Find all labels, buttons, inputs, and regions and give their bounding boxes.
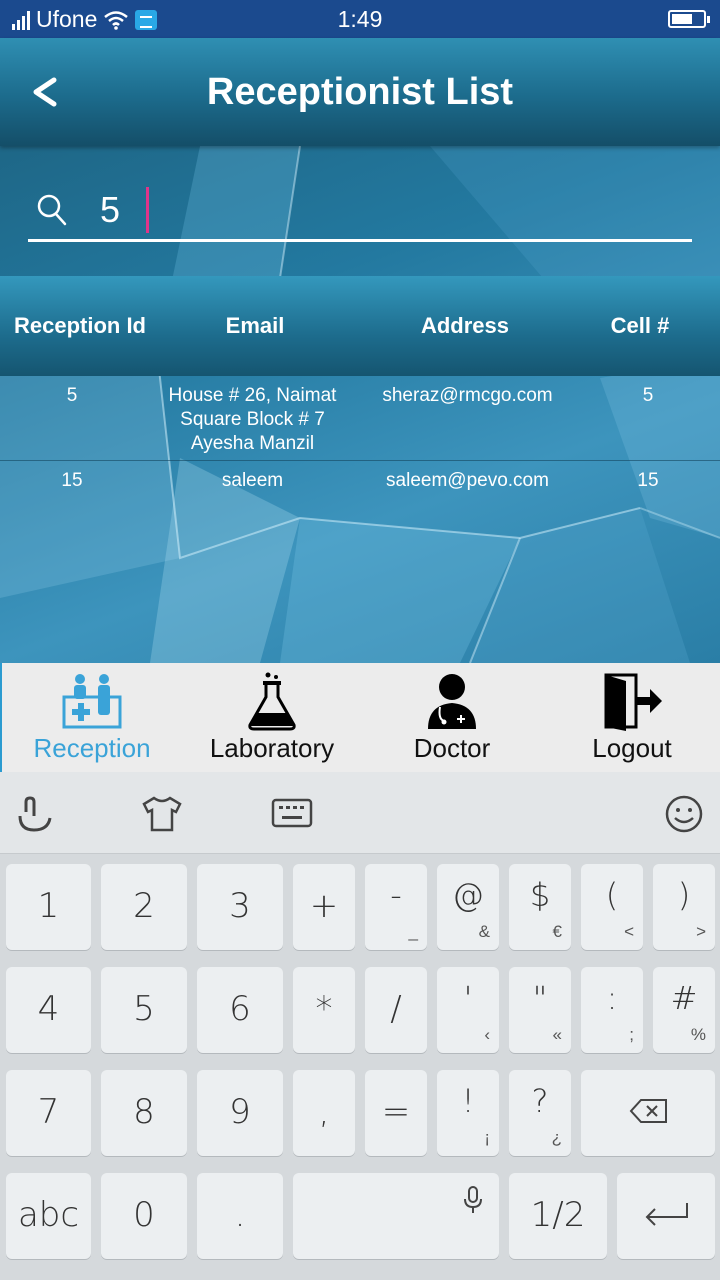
key-quote[interactable]: " « xyxy=(509,967,571,1053)
key-4[interactable]: 4 xyxy=(6,967,91,1053)
microphone-icon xyxy=(464,1186,482,1213)
doctor-icon xyxy=(428,674,476,729)
nav-doctor[interactable]: Doctor xyxy=(362,663,542,772)
key-7[interactable]: 7 xyxy=(6,1070,91,1156)
backspace-icon xyxy=(629,1099,667,1123)
key-6[interactable]: 6 xyxy=(197,967,283,1053)
cell-email: House # 26, Naimat Square Block # 7 Ayes… xyxy=(168,385,337,454)
logout-icon xyxy=(604,673,662,731)
cell-reception-id: 15 xyxy=(61,470,83,491)
key-1[interactable]: 1 xyxy=(6,864,91,950)
nav-label-reception: Reception xyxy=(33,733,151,763)
enter-key[interactable] xyxy=(617,1173,715,1259)
search-bar[interactable] xyxy=(28,180,692,242)
key-asterisk[interactable]: * xyxy=(293,967,355,1053)
backspace-key[interactable] xyxy=(581,1070,715,1156)
search-icon xyxy=(37,194,67,226)
enter-icon xyxy=(645,1203,688,1226)
column-header-cell: Cell # xyxy=(610,313,670,338)
nav-laboratory[interactable]: Laboratory xyxy=(182,663,362,772)
page-title: Receptionist List xyxy=(206,71,514,113)
app-header: Receptionist List xyxy=(0,38,720,146)
cell-address: saleem@pevo.com xyxy=(386,470,549,491)
soft-keyboard: 1 2 3 + - _ @ & $ € (< ) > 4 5 6 * / ' ‹ " « :… xyxy=(0,772,720,1280)
keyboard-toolbar xyxy=(0,772,720,854)
key-at[interactable]: @ & xyxy=(437,864,499,950)
nav-logout[interactable]: Logout xyxy=(542,663,720,772)
key-colon[interactable]: :; xyxy=(581,967,643,1053)
shirt-theme-icon[interactable] xyxy=(140,794,184,834)
key-apostrophe[interactable]: ' ‹ xyxy=(437,967,499,1053)
key-hash[interactable]: #% xyxy=(653,967,715,1053)
keyboard-icon[interactable] xyxy=(270,794,314,834)
key-minus[interactable]: - _ xyxy=(365,864,427,950)
cell-phone: 5 xyxy=(642,385,654,406)
status-time: 1:49 xyxy=(337,6,383,32)
column-header-reception-id: Reception Id xyxy=(13,313,146,338)
key-5[interactable]: 5 xyxy=(101,967,187,1053)
nav-reception[interactable]: Reception xyxy=(2,663,182,772)
table-header: Reception Id Email Address Cell # xyxy=(0,276,720,376)
key-3[interactable]: 3 xyxy=(197,864,283,950)
column-header-address: Address xyxy=(420,313,510,338)
key-period[interactable]: . xyxy=(197,1173,283,1259)
search-input[interactable] xyxy=(100,182,660,238)
key-slash[interactable]: / xyxy=(365,967,427,1053)
key-9[interactable]: 9 xyxy=(197,1070,283,1156)
table-row[interactable]: 15 saleem saleem@pevo.com 15 xyxy=(0,461,720,511)
cell-phone: 15 xyxy=(637,470,659,491)
key-abc[interactable]: abc xyxy=(6,1173,91,1259)
reception-icon xyxy=(62,674,122,729)
nav-label-laboratory: Laboratory xyxy=(209,733,335,763)
nav-label-logout: Logout xyxy=(592,733,672,763)
flask-icon xyxy=(248,672,296,731)
battery-icon xyxy=(668,10,710,28)
key-page-switch[interactable]: 1/2 xyxy=(509,1173,607,1259)
key-equals[interactable]: = xyxy=(365,1070,427,1156)
key-dollar[interactable]: $ € xyxy=(509,864,571,950)
key-2[interactable]: 2 xyxy=(101,864,187,950)
key-close-paren[interactable]: ) > xyxy=(653,864,715,950)
key-plus[interactable]: + xyxy=(293,864,355,950)
key-question[interactable]: ? ¿ xyxy=(509,1070,571,1156)
key-8[interactable]: 8 xyxy=(101,1070,187,1156)
space-key[interactable] xyxy=(293,1173,499,1259)
touch-gesture-icon[interactable] xyxy=(14,794,58,834)
key-0[interactable]: 0 xyxy=(101,1173,187,1259)
status-bar: Ufone 1:49 xyxy=(0,0,720,38)
cell-email: saleem xyxy=(221,470,284,491)
cell-reception-id: 5 xyxy=(66,385,78,406)
emoji-icon[interactable] xyxy=(662,794,706,834)
table-row[interactable]: 5 House # 26, Naimat Square Block # 7 Ay… xyxy=(0,376,720,461)
bottom-navigation: Reception Laboratory Doctor Logout xyxy=(0,663,720,772)
column-header-email: Email xyxy=(225,313,285,338)
key-open-paren[interactable]: (< xyxy=(581,864,643,950)
key-exclamation[interactable]: ! ¡ xyxy=(437,1070,499,1156)
text-cursor xyxy=(146,187,149,233)
cell-address: sheraz@rmcgo.com xyxy=(382,385,553,406)
nav-label-doctor: Doctor xyxy=(413,733,491,763)
key-comma[interactable]: , xyxy=(293,1070,355,1156)
